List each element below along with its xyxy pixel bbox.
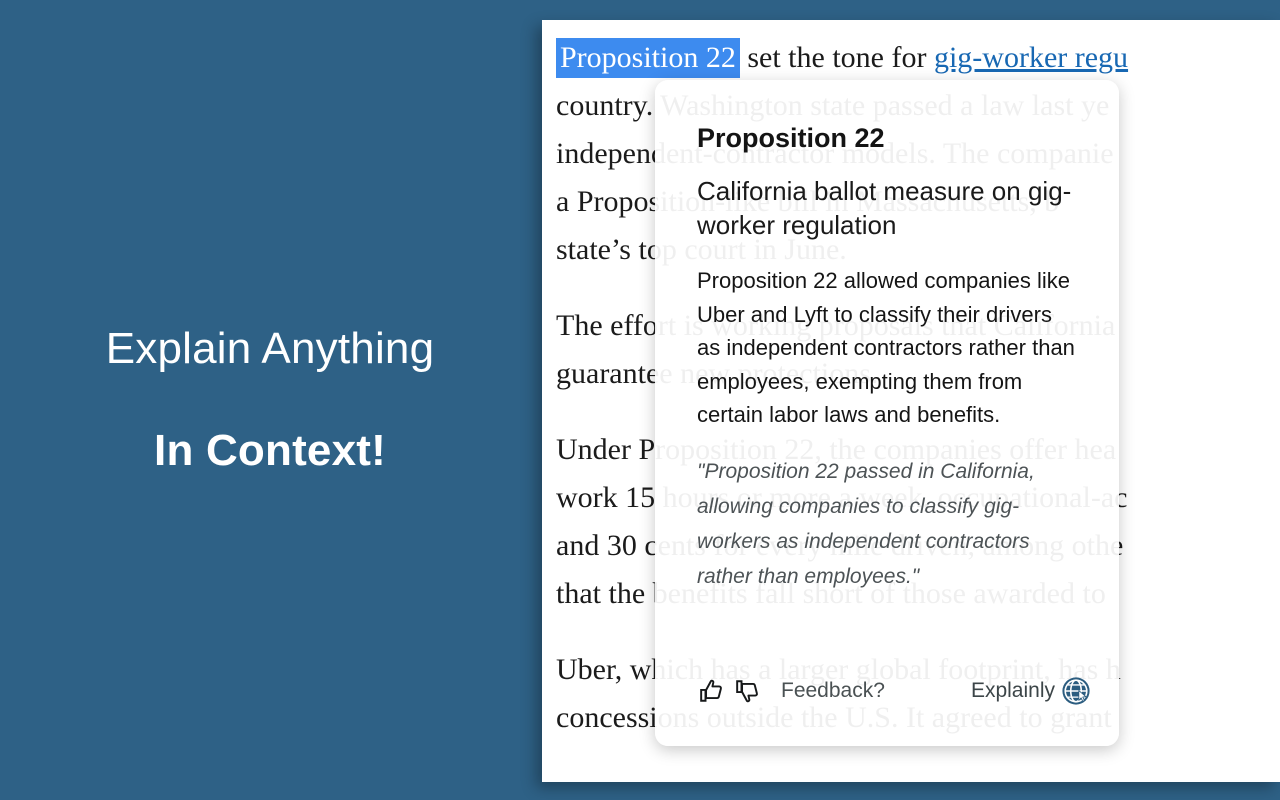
highlighted-term[interactable]: Proposition 22 <box>556 38 740 78</box>
feedback-label[interactable]: Feedback? <box>781 679 885 703</box>
article-text: employment status <box>556 777 789 782</box>
article-line: Proposition 22 set the tone for gig-work… <box>556 34 1280 82</box>
popup-footer: Feedback? Explainly <box>697 676 1091 706</box>
explainly-popup[interactable]: Proposition 22 California ballot measure… <box>655 80 1119 746</box>
popup-source-quote: "Proposition 22 passed in California, al… <box>697 459 1035 588</box>
thumbs-up-icon[interactable] <box>697 678 727 704</box>
popup-title: Proposition 22 <box>697 123 885 153</box>
promo-headline-line-2: In Context! <box>154 426 386 475</box>
promo-headline-line-1: Explain Anything <box>105 324 435 373</box>
popup-description: Proposition 22 allowed companies like Ub… <box>697 268 1075 428</box>
article-text: set the tone for <box>739 41 934 74</box>
thumbs-down-icon[interactable] <box>733 678 763 704</box>
article-line: employment status entitling them to vaca… <box>556 770 1280 782</box>
brand-area[interactable]: Explainly <box>971 676 1091 706</box>
brand-label: Explainly <box>970 679 1055 702</box>
article-link[interactable]: gig-worker regu <box>934 41 1128 74</box>
promo-panel: Explain Anything In Context! <box>0 0 540 800</box>
article-link[interactable]: entitling them to vacation <box>789 777 1096 782</box>
popup-subtitle: California ballot measure on gig-worker … <box>697 176 1072 241</box>
globe-icon[interactable] <box>1061 676 1091 706</box>
